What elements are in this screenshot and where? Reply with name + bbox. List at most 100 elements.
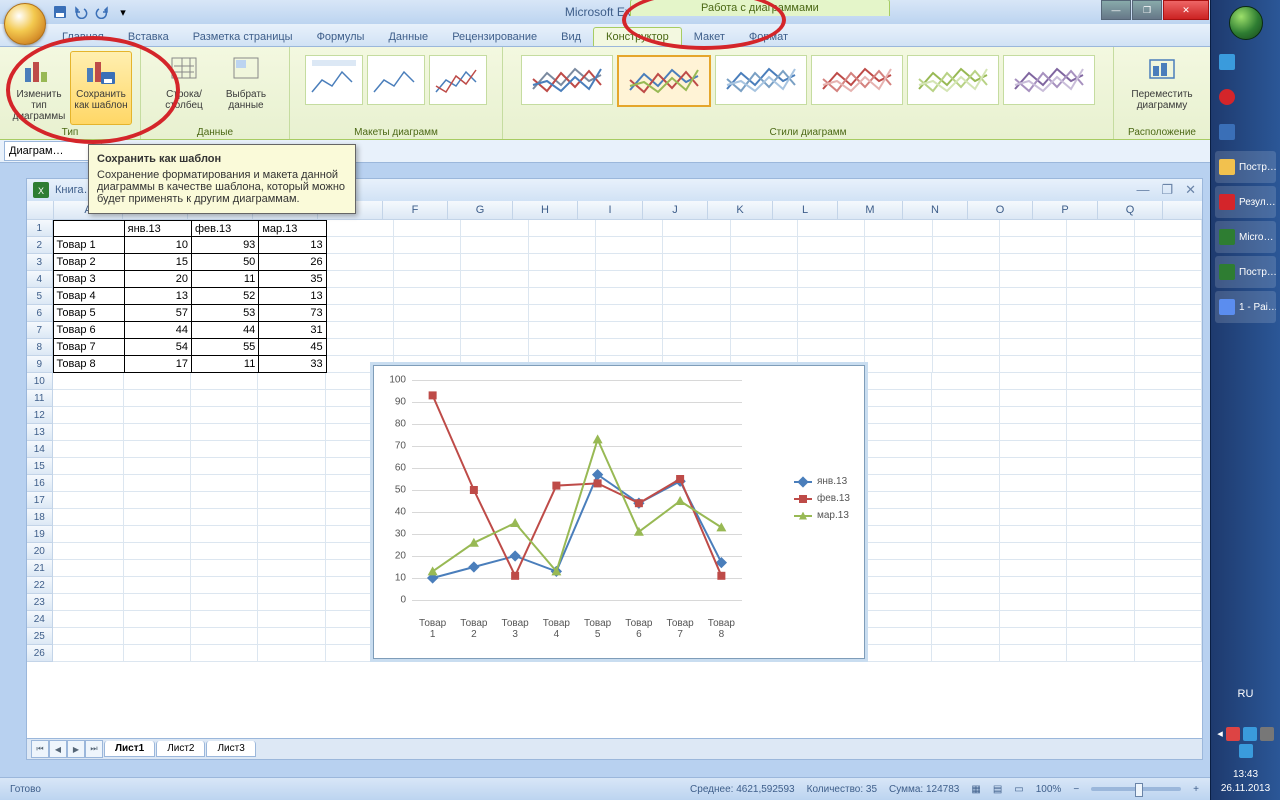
sheet-tab-Лист3[interactable]: Лист3 bbox=[206, 741, 255, 757]
row-header-9[interactable]: 9 bbox=[27, 356, 53, 373]
cell-Q25[interactable] bbox=[1135, 628, 1202, 645]
cell-B25[interactable] bbox=[124, 628, 191, 645]
cell-L2[interactable] bbox=[798, 237, 865, 254]
cell-M2[interactable] bbox=[865, 237, 932, 254]
cell-Q13[interactable] bbox=[1135, 424, 1202, 441]
column-header-F[interactable]: F bbox=[383, 201, 448, 219]
cell-N24[interactable] bbox=[932, 611, 999, 628]
cell-M7[interactable] bbox=[865, 322, 932, 339]
cell-H4[interactable] bbox=[529, 271, 596, 288]
tab-формат[interactable]: Формат bbox=[737, 28, 800, 46]
cell-M15[interactable] bbox=[865, 458, 932, 475]
cell-B4[interactable]: 20 bbox=[125, 271, 192, 288]
view-normal-icon[interactable]: ▦ bbox=[971, 784, 980, 795]
cell-B5[interactable]: 13 bbox=[125, 288, 192, 305]
cell-P26[interactable] bbox=[1067, 645, 1134, 662]
cell-Q23[interactable] bbox=[1135, 594, 1202, 611]
cell-C14[interactable] bbox=[191, 441, 258, 458]
row-header-4[interactable]: 4 bbox=[27, 271, 53, 288]
cell-F8[interactable] bbox=[394, 339, 461, 356]
cell-C10[interactable] bbox=[191, 373, 258, 390]
cell-N20[interactable] bbox=[932, 543, 999, 560]
cell-Q18[interactable] bbox=[1135, 509, 1202, 526]
cell-D13[interactable] bbox=[258, 424, 325, 441]
chart-layout-3[interactable] bbox=[429, 55, 487, 105]
cell-D2[interactable]: 13 bbox=[259, 237, 326, 254]
cell-N25[interactable] bbox=[932, 628, 999, 645]
chart-layout-1[interactable] bbox=[305, 55, 363, 105]
cell-A19[interactable] bbox=[53, 526, 124, 543]
cell-A11[interactable] bbox=[53, 390, 124, 407]
cell-C5[interactable]: 52 bbox=[192, 288, 259, 305]
row-header-14[interactable]: 14 bbox=[27, 441, 53, 458]
system-tray[interactable]: ◂ bbox=[1211, 723, 1280, 762]
cell-N21[interactable] bbox=[932, 560, 999, 577]
cell-G3[interactable] bbox=[461, 254, 528, 271]
cell-N6[interactable] bbox=[933, 305, 1000, 322]
cell-O5[interactable] bbox=[1000, 288, 1067, 305]
column-header-I[interactable]: I bbox=[578, 201, 643, 219]
tab-вставка[interactable]: Вставка bbox=[116, 28, 181, 46]
cell-L6[interactable] bbox=[798, 305, 865, 322]
qat-dropdown-icon[interactable]: ▾ bbox=[113, 2, 133, 22]
tab-макет[interactable]: Макет bbox=[682, 28, 737, 46]
taskbar-window-Micro…[interactable]: Micro… bbox=[1215, 221, 1276, 253]
cell-O10[interactable] bbox=[1000, 373, 1067, 390]
row-header-22[interactable]: 22 bbox=[27, 577, 53, 594]
move-chart-button[interactable]: Переместить диаграмму bbox=[1131, 51, 1193, 114]
row-header-6[interactable]: 6 bbox=[27, 305, 53, 322]
cell-C20[interactable] bbox=[191, 543, 258, 560]
legend-item-фев.13[interactable]: фев.13 bbox=[794, 493, 850, 504]
cell-B20[interactable] bbox=[124, 543, 191, 560]
cell-C24[interactable] bbox=[191, 611, 258, 628]
qat-save-icon[interactable] bbox=[50, 2, 70, 22]
cell-P20[interactable] bbox=[1067, 543, 1134, 560]
cell-P9[interactable] bbox=[1067, 356, 1134, 373]
cell-I5[interactable] bbox=[596, 288, 663, 305]
cell-P6[interactable] bbox=[1067, 305, 1134, 322]
chart-legend[interactable]: янв.13фев.13мар.13 bbox=[794, 470, 850, 527]
zoom-slider[interactable] bbox=[1091, 787, 1181, 791]
cell-C9[interactable]: 11 bbox=[192, 356, 259, 373]
cell-P22[interactable] bbox=[1067, 577, 1134, 594]
cell-F6[interactable] bbox=[394, 305, 461, 322]
worksheet-grid[interactable]: ABCDEFGHIJKLMNOPQ 1янв.13фев.13мар.132То… bbox=[27, 201, 1202, 759]
cell-G6[interactable] bbox=[461, 305, 528, 322]
cell-A1[interactable] bbox=[53, 220, 125, 237]
cell-G4[interactable] bbox=[461, 271, 528, 288]
cell-D22[interactable] bbox=[258, 577, 325, 594]
row-header-16[interactable]: 16 bbox=[27, 475, 53, 492]
cell-J7[interactable] bbox=[663, 322, 730, 339]
cell-B3[interactable]: 15 bbox=[125, 254, 192, 271]
cell-B2[interactable]: 10 bbox=[125, 237, 192, 254]
cell-K4[interactable] bbox=[731, 271, 798, 288]
office-button[interactable] bbox=[4, 3, 46, 45]
cell-O16[interactable] bbox=[1000, 475, 1067, 492]
cell-D12[interactable] bbox=[258, 407, 325, 424]
qat-undo-icon[interactable] bbox=[71, 2, 91, 22]
row-header-2[interactable]: 2 bbox=[27, 237, 53, 254]
cell-E8[interactable] bbox=[327, 339, 394, 356]
cell-I7[interactable] bbox=[596, 322, 663, 339]
cell-C6[interactable]: 53 bbox=[192, 305, 259, 322]
cell-P24[interactable] bbox=[1067, 611, 1134, 628]
cell-D8[interactable]: 45 bbox=[259, 339, 326, 356]
cell-Q11[interactable] bbox=[1135, 390, 1202, 407]
cell-G7[interactable] bbox=[461, 322, 528, 339]
cell-K1[interactable] bbox=[731, 220, 798, 237]
legend-item-янв.13[interactable]: янв.13 bbox=[794, 476, 850, 487]
cell-Q17[interactable] bbox=[1135, 492, 1202, 509]
zoom-value[interactable]: 100% bbox=[1036, 784, 1062, 795]
cell-Q19[interactable] bbox=[1135, 526, 1202, 543]
tab-главная[interactable]: Главная bbox=[50, 28, 116, 46]
cell-O9[interactable] bbox=[1000, 356, 1067, 373]
cell-Q4[interactable] bbox=[1135, 271, 1202, 288]
cell-A17[interactable] bbox=[53, 492, 124, 509]
chart-plot-area[interactable]: 0102030405060708090100Товар1Товар2Товар3… bbox=[412, 380, 742, 600]
tab-данные[interactable]: Данные bbox=[376, 28, 440, 46]
cell-B9[interactable]: 17 bbox=[125, 356, 192, 373]
cell-C11[interactable] bbox=[191, 390, 258, 407]
cell-P10[interactable] bbox=[1067, 373, 1134, 390]
cell-M6[interactable] bbox=[865, 305, 932, 322]
cell-D1[interactable]: мар.13 bbox=[259, 220, 326, 237]
